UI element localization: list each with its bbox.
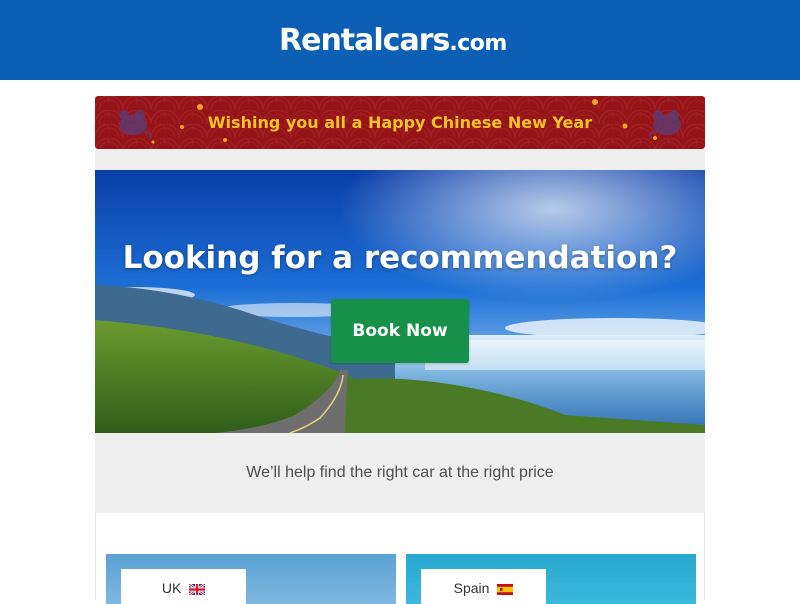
book-now-button[interactable]: Book Now (331, 299, 469, 363)
chinese-new-year-banner[interactable]: Wishing you all a Happy Chinese New Year (95, 96, 705, 149)
uk-flag-icon (189, 584, 206, 595)
destination-card-uk[interactable]: UK (106, 554, 396, 604)
destination-name: Spain (453, 580, 490, 596)
destination-name: UK (161, 580, 182, 596)
tagline-text: We’ll help find the right car at the rig… (95, 433, 705, 513)
logo-suffix-text: .com (449, 31, 507, 56)
rentalcars-logo[interactable]: Rentalcars.com (279, 23, 507, 59)
destination-card-spain[interactable]: Spain (406, 554, 696, 604)
hero-section: Looking for a recommendation? Book Now (95, 170, 705, 433)
email-body: Wishing you all a Happy Chinese New Year (95, 96, 705, 604)
destination-label: UK (121, 569, 246, 604)
spain-flag-icon (497, 584, 514, 595)
header-bar: Rentalcars.com (0, 0, 800, 80)
destination-label: Spain (421, 569, 546, 604)
logo-main-text: Rentalcars (279, 23, 450, 58)
banner-text: Wishing you all a Happy Chinese New Year (207, 113, 593, 132)
spacer (95, 149, 705, 170)
hero-title: Looking for a recommendation? (122, 240, 678, 276)
destinations-section: UK Spain (95, 513, 705, 604)
